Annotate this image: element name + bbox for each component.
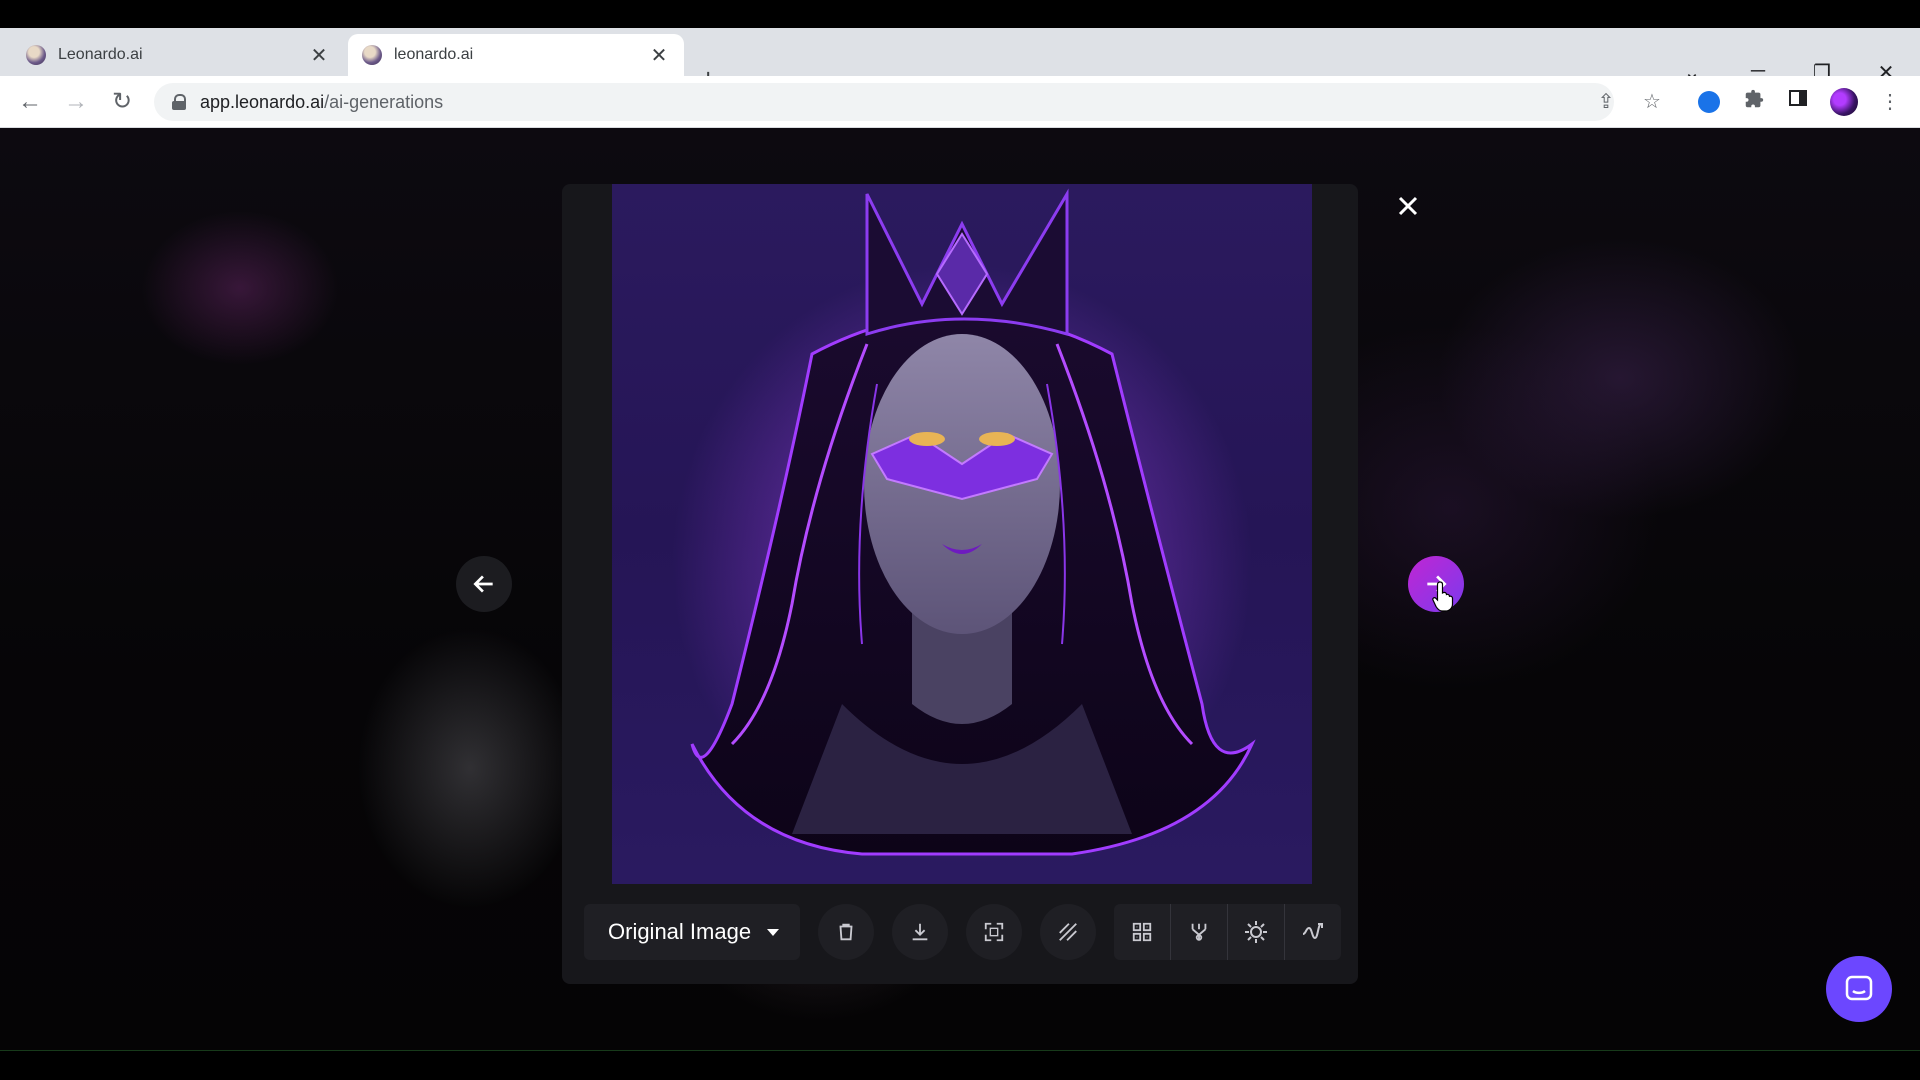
arrow-left-icon: [473, 575, 493, 593]
close-viewer-button[interactable]: [1390, 188, 1426, 224]
tab-leonardo-2[interactable]: leonardo.ai ✕: [348, 34, 684, 76]
upscale-grid-icon: [1132, 922, 1152, 942]
tab-close-icon[interactable]: ✕: [308, 43, 330, 68]
tab-title: leonardo.ai: [394, 46, 474, 63]
alchemy-upscale-button[interactable]: [1171, 904, 1228, 960]
os-bottom-bar: [0, 1050, 1920, 1080]
generation-viewer-backdrop: Original Image: [0, 128, 1920, 1050]
fullscreen-button[interactable]: [966, 904, 1022, 960]
reload-icon[interactable]: ↻: [106, 86, 138, 118]
creative-upscale-button[interactable]: [1228, 904, 1285, 960]
unzoom-button[interactable]: [1285, 904, 1341, 960]
address-bar[interactable]: app.leonardo.ai/ai-generations: [154, 83, 1614, 121]
tab-title: Leonardo.ai: [58, 46, 143, 63]
tab-close-icon[interactable]: ✕: [648, 43, 670, 68]
hand-cursor-icon: [1432, 580, 1456, 612]
tab-strip: Leonardo.ai ✕ leonardo.ai ✕ + ⌄ ─ ❐ ✕: [0, 28, 1920, 94]
share-icon[interactable]: ⇪: [1592, 88, 1620, 116]
os-top-bar: [0, 0, 1920, 28]
image-version-label: Original Image: [608, 919, 752, 944]
leonardo-favicon-icon: [26, 45, 46, 65]
generated-image: [612, 184, 1312, 884]
chrome-menu-icon[interactable]: ⋮: [1876, 88, 1904, 116]
profile-avatar[interactable]: [1830, 88, 1858, 116]
trash-icon: [839, 923, 853, 941]
upscale-grid-button[interactable]: [1114, 904, 1171, 960]
back-arrow-icon[interactable]: ←: [14, 86, 46, 118]
download-button[interactable]: [892, 904, 948, 960]
side-panel-icon[interactable]: [1784, 88, 1812, 116]
extension-icon[interactable]: [1698, 91, 1720, 113]
tab-leonardo-1[interactable]: Leonardo.ai ✕: [12, 34, 344, 76]
generated-image-artwork: [672, 188, 1256, 864]
image-viewer-modal: Original Image: [562, 184, 1358, 984]
leonardo-favicon-icon: [362, 45, 382, 65]
extensions-puzzle-icon[interactable]: [1740, 88, 1768, 116]
forward-arrow-icon[interactable]: →: [60, 86, 92, 118]
close-icon: [1398, 196, 1418, 216]
browser-toolbar: ← → ↻ app.leonardo.ai/ai-generations ⇪ ☆…: [0, 76, 1920, 128]
url-text: app.leonardo.ai/ai-generations: [200, 91, 444, 112]
delete-button[interactable]: [818, 904, 874, 960]
remove-background-button[interactable]: [1040, 904, 1096, 960]
bookmark-star-icon[interactable]: ☆: [1638, 88, 1666, 116]
creative-upscale-icon: [1245, 921, 1267, 943]
remove-background-icon: [1059, 923, 1077, 941]
caret-down-icon: [767, 928, 780, 936]
alchemy-upscale-icon: [1191, 923, 1207, 941]
image-version-dropdown[interactable]: Original Image: [584, 904, 800, 960]
image-action-bar: Original Image: [584, 904, 1344, 960]
lock-icon: [172, 94, 186, 110]
upscale-tool-group: [1114, 904, 1341, 960]
support-chat-button[interactable]: [1826, 956, 1892, 1022]
fullscreen-icon: [984, 922, 1004, 942]
chat-icon: [1845, 975, 1873, 1001]
previous-image-button[interactable]: [456, 556, 512, 612]
download-icon: [912, 923, 928, 941]
unzoom-icon: [1302, 923, 1323, 940]
